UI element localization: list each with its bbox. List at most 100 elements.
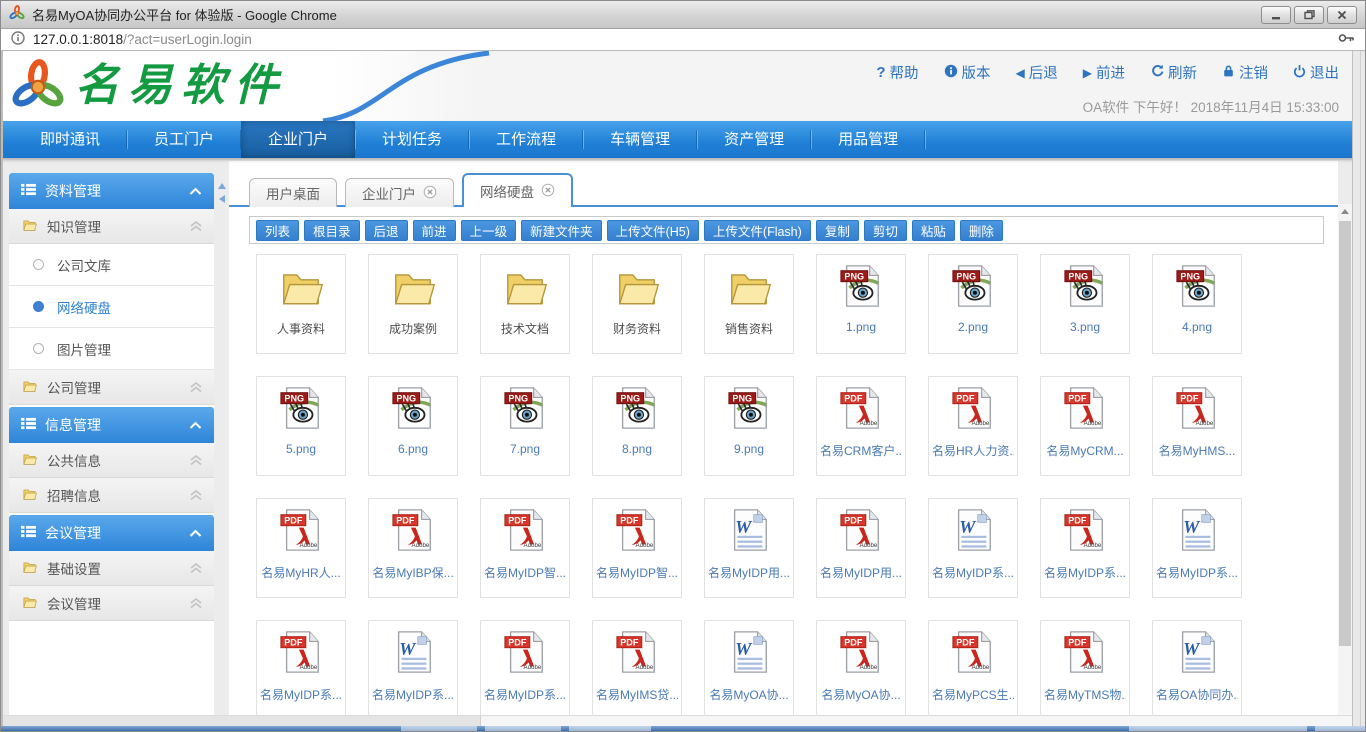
toolbar-button-6[interactable]: 上传文件(H5) [607, 220, 699, 241]
sidebar-group-11[interactable]: 会议管理 [9, 586, 214, 621]
file-item[interactable]: AdobePDF名易MyPCS生... [928, 620, 1018, 715]
file-item[interactable]: W名易MyIDP系... [368, 620, 458, 715]
file-item[interactable]: PNG3.png [1040, 254, 1130, 354]
sidebar-group-10[interactable]: 基础设置 [9, 551, 214, 586]
file-item[interactable]: PNG2.png [928, 254, 1018, 354]
double-chevron-icon[interactable] [190, 490, 202, 501]
toolbar-button-0[interactable]: 列表 [256, 220, 299, 241]
tab-0[interactable]: 用户桌面 [249, 178, 337, 207]
file-item[interactable]: AdobePDF名易MyOA协... [816, 620, 906, 715]
file-item[interactable]: AdobePDF名易MyIBP保... [368, 498, 458, 598]
toolbar-button-1[interactable]: 根目录 [304, 220, 360, 241]
header-link-5[interactable]: 注销 [1222, 62, 1268, 83]
nav-item-5[interactable]: 车辆管理 [583, 121, 697, 158]
sidebar-section-6[interactable]: 信息管理 [9, 407, 214, 443]
sidebar-item-3[interactable]: 网络硬盘 [9, 286, 214, 328]
file-item[interactable]: AdobePDF名易MyIMS贷... [592, 620, 682, 715]
taskbar-button[interactable] [401, 726, 477, 731]
tab-2[interactable]: 网络硬盘 [462, 173, 573, 207]
file-item[interactable]: PNG5.png [256, 376, 346, 476]
splitter-up-arrow-icon[interactable] [218, 183, 226, 189]
toolbar-button-8[interactable]: 复制 [816, 220, 859, 241]
close-button[interactable] [1327, 6, 1357, 24]
file-item[interactable]: PNG1.png [816, 254, 906, 354]
page-info-icon[interactable] [11, 31, 25, 48]
sidebar-group-5[interactable]: 公司管理 [9, 370, 214, 405]
file-item[interactable]: PNG7.png [480, 376, 570, 476]
folder-item[interactable]: 成功案例 [368, 254, 458, 354]
taskbar-clock[interactable] [1315, 726, 1366, 731]
header-link-1[interactable]: 版本 [944, 62, 991, 83]
file-item[interactable]: W名易MyIDP系... [1152, 498, 1242, 598]
chevron-up-icon[interactable] [189, 529, 202, 538]
toolbar-button-3[interactable]: 前进 [413, 220, 456, 241]
sidebar-group-1[interactable]: 知识管理 [9, 209, 214, 244]
key-icon[interactable] [1338, 31, 1355, 48]
sidebar-splitter[interactable] [214, 161, 229, 715]
file-item[interactable]: AdobePDF名易MyIDP系... [480, 620, 570, 715]
taskbar-button[interactable] [569, 726, 651, 731]
toolbar-button-5[interactable]: 新建文件夹 [521, 220, 602, 241]
file-item[interactable]: W名易MyOA协... [704, 620, 794, 715]
double-chevron-icon[interactable] [190, 382, 202, 393]
double-chevron-icon[interactable] [190, 455, 202, 466]
file-item[interactable]: AdobePDF名易MyIDP智... [592, 498, 682, 598]
double-chevron-icon[interactable] [190, 221, 202, 232]
tab-1[interactable]: 企业门户 [345, 178, 454, 207]
file-item[interactable]: AdobePDF名易HR人力资... [928, 376, 1018, 476]
nav-item-1[interactable]: 员工门户 [127, 121, 241, 158]
sidebar-section-9[interactable]: 会议管理 [9, 515, 214, 551]
file-item[interactable]: PNG9.png [704, 376, 794, 476]
file-item[interactable]: AdobePDF名易MyCRM... [1040, 376, 1130, 476]
folder-item[interactable]: 技术文档 [480, 254, 570, 354]
file-item[interactable]: PNG4.png [1152, 254, 1242, 354]
file-item[interactable]: AdobePDF名易MyIDP智... [480, 498, 570, 598]
nav-item-0[interactable]: 即时通讯 [13, 121, 127, 158]
nav-item-6[interactable]: 资产管理 [697, 121, 811, 158]
toolbar-button-7[interactable]: 上传文件(Flash) [704, 220, 811, 241]
header-link-2[interactable]: ◀后退 [1016, 62, 1058, 83]
splitter-collapse-arrow-icon[interactable] [219, 195, 225, 203]
toolbar-button-10[interactable]: 粘贴 [912, 220, 955, 241]
scroll-up-arrow[interactable] [1338, 204, 1352, 219]
header-link-0[interactable]: ?帮助 [876, 62, 918, 83]
file-item[interactable]: AdobePDF名易MyTMS物... [1040, 620, 1130, 715]
sidebar-item-4[interactable]: 图片管理 [9, 328, 214, 370]
nav-item-3[interactable]: 计划任务 [355, 121, 469, 158]
file-item[interactable]: AdobePDF名易MyIDP系... [256, 620, 346, 715]
header-link-4[interactable]: 刷新 [1150, 62, 1197, 83]
header-link-3[interactable]: ▶前进 [1083, 62, 1125, 83]
horizontal-scroll-thumb[interactable] [3, 716, 481, 726]
nav-item-2[interactable]: 企业门户 [241, 121, 355, 158]
header-link-6[interactable]: 退出 [1293, 62, 1339, 83]
sidebar-section-0[interactable]: 资料管理 [9, 173, 214, 209]
folder-item[interactable]: 销售资料 [704, 254, 794, 354]
sidebar-group-8[interactable]: 招聘信息 [9, 478, 214, 513]
toolbar-button-9[interactable]: 剪切 [864, 220, 907, 241]
file-item[interactable]: PNG8.png [592, 376, 682, 476]
tab-close-icon[interactable] [541, 183, 555, 200]
chevron-up-icon[interactable] [189, 187, 202, 196]
file-item[interactable]: AdobePDF名易MyHMS... [1152, 376, 1242, 476]
toolbar-button-4[interactable]: 上一级 [461, 220, 517, 241]
toolbar-button-11[interactable]: 删除 [960, 220, 1003, 241]
nav-item-4[interactable]: 工作流程 [469, 121, 583, 158]
double-chevron-icon[interactable] [190, 563, 202, 574]
vertical-scroll-thumb[interactable] [1339, 221, 1351, 646]
file-item[interactable]: W名易MyIDP系... [928, 498, 1018, 598]
chevron-up-icon[interactable] [189, 421, 202, 430]
taskbar-button[interactable] [485, 726, 561, 731]
file-item[interactable]: W名易OA协同办... [1152, 620, 1242, 715]
maximize-button[interactable] [1294, 6, 1324, 24]
file-item[interactable]: W名易MyIDP用... [704, 498, 794, 598]
folder-item[interactable]: 财务资料 [592, 254, 682, 354]
sidebar-item-2[interactable]: 公司文库 [9, 244, 214, 286]
toolbar-button-2[interactable]: 后退 [365, 220, 408, 241]
file-item[interactable]: AdobePDF名易CRM客户... [816, 376, 906, 476]
nav-item-7[interactable]: 用品管理 [811, 121, 925, 158]
file-item[interactable]: AdobePDF名易MyHR人... [256, 498, 346, 598]
taskbar-tray[interactable] [1129, 726, 1307, 731]
minimize-button[interactable] [1261, 6, 1291, 24]
folder-item[interactable]: 人事资料 [256, 254, 346, 354]
file-item[interactable]: PNG6.png [368, 376, 458, 476]
